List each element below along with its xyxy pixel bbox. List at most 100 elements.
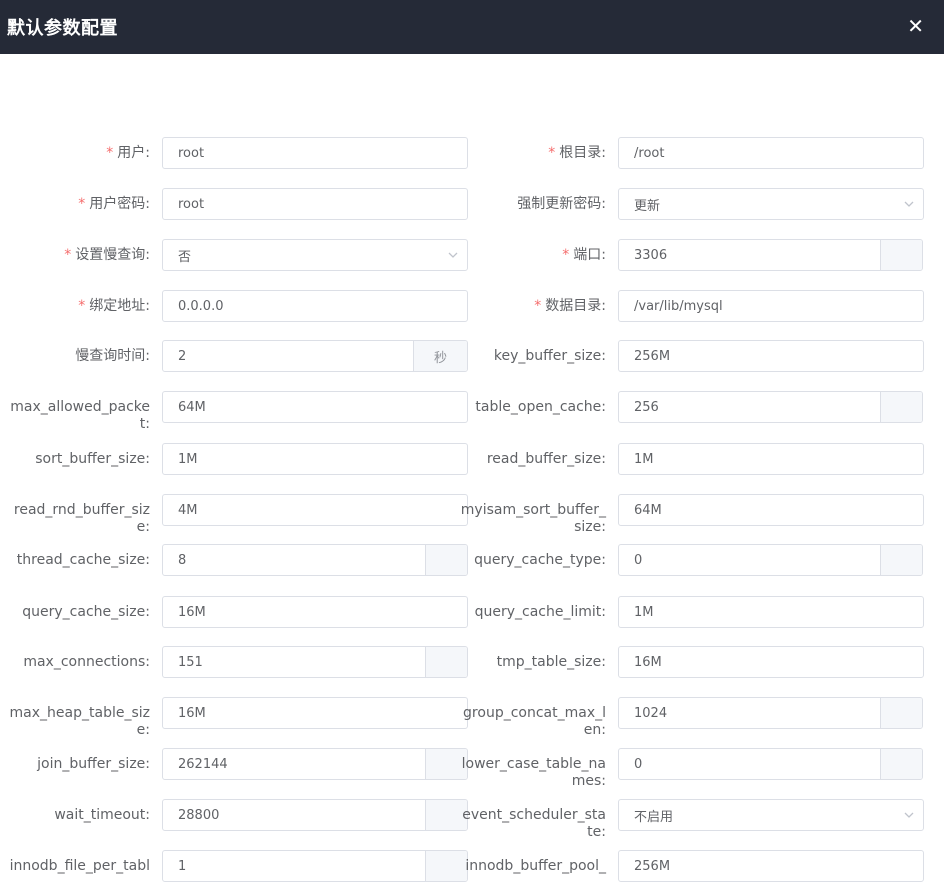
field-value: 64M <box>634 502 662 518</box>
label-join_buffer_size: join_buffer_size: <box>0 748 150 780</box>
input-tmp_table_size[interactable]: 16M <box>618 646 924 678</box>
number-suffix-box[interactable] <box>880 240 922 270</box>
select-force_update_password[interactable]: 更新 <box>618 188 924 220</box>
label-text: query_cache_limit: <box>474 604 606 620</box>
input-wait_timeout[interactable]: 28800 <box>162 799 468 831</box>
input-data_dir[interactable]: /var/lib/mysql <box>618 290 924 322</box>
label-read_rnd_buffer_size: read_rnd_buffer_siz e: <box>0 494 150 535</box>
number-suffix-box[interactable] <box>880 698 922 728</box>
label-user: * 用户: <box>0 137 150 169</box>
label-query_cache_type: query_cache_type: <box>456 544 606 576</box>
number-suffix-box[interactable] <box>880 545 922 575</box>
dialog-title: 默认参数配置 <box>7 18 118 39</box>
label-max_allowed_packet: max_allowed_packe t: <box>0 391 150 432</box>
label-text: wait_timeout: <box>54 807 150 823</box>
select-event_scheduler_state[interactable]: 不启用 <box>618 799 924 831</box>
input-innodb_file_per_table[interactable]: 1 <box>162 850 468 882</box>
dialog-header: 默认参数配置 ✕ <box>0 0 944 54</box>
input-myisam_sort_buffer_size[interactable]: 64M <box>618 494 924 526</box>
field-value: 0 <box>634 756 643 772</box>
label-port: * 端口: <box>456 239 606 271</box>
label-event_scheduler_state: event_scheduler_sta te: <box>456 799 606 840</box>
input-query_cache_limit[interactable]: 1M <box>618 596 924 628</box>
field-value: 16M <box>634 654 662 670</box>
field-value: root <box>178 145 205 161</box>
label-text: 慢查询时间: <box>75 348 150 364</box>
label-text: 数据目录: <box>545 298 606 314</box>
input-max_heap_table_size[interactable]: 16M <box>162 697 468 729</box>
label-text: table_open_cache: <box>475 399 606 415</box>
input-max_allowed_packet[interactable]: 64M <box>162 391 468 423</box>
number-suffix-box[interactable] <box>880 749 922 779</box>
field-value: /root <box>634 145 665 161</box>
label-data_dir: * 数据目录: <box>456 290 606 322</box>
input-bind_address[interactable]: 0.0.0.0 <box>162 290 468 322</box>
label-lower_case_table_names: lower_case_table_na mes: <box>456 748 606 789</box>
label-slow_query: * 设置慢查询: <box>0 239 150 271</box>
label-text: read_buffer_size: <box>486 451 606 467</box>
label-bind_address: * 绑定地址: <box>0 290 150 322</box>
label-text: 绑定地址: <box>89 298 150 314</box>
input-user[interactable]: root <box>162 137 468 169</box>
field-value: 1M <box>634 451 654 467</box>
chevron-down-icon <box>895 189 923 219</box>
label-table_open_cache: table_open_cache: <box>456 391 606 423</box>
label-read_buffer_size: read_buffer_size: <box>456 443 606 475</box>
input-read_buffer_size[interactable]: 1M <box>618 443 924 475</box>
required-mark: * <box>562 247 570 263</box>
label-sort_buffer_size: sort_buffer_size: <box>0 443 150 475</box>
field-value: 151 <box>178 654 203 670</box>
field-value: 1024 <box>634 705 668 721</box>
input-group_concat_max_len[interactable]: 1024 <box>618 697 923 729</box>
input-query_cache_size[interactable]: 16M <box>162 596 468 628</box>
input-innodb_buffer_pool_size[interactable]: 256M <box>618 850 924 882</box>
label-text: group_concat_max_l <box>463 705 606 721</box>
input-port[interactable]: 3306 <box>618 239 923 271</box>
label-query_cache_limit: query_cache_limit: <box>456 596 606 628</box>
label-root_dir: * 根目录: <box>456 137 606 169</box>
input-thread_cache_size[interactable]: 8 <box>162 544 468 576</box>
required-mark: * <box>64 247 72 263</box>
input-root_dir[interactable]: /root <box>618 137 924 169</box>
input-query_cache_type[interactable]: 0 <box>618 544 923 576</box>
label-text: query_cache_size: <box>22 604 150 620</box>
input-lower_case_table_names[interactable]: 0 <box>618 748 923 780</box>
field-value: 16M <box>178 604 206 620</box>
label-text: event_scheduler_sta <box>462 807 606 823</box>
label-text: 用户: <box>117 145 150 161</box>
input-user_password[interactable]: root <box>162 188 468 220</box>
field-value: 256M <box>634 348 671 364</box>
label-text: 根目录: <box>559 145 606 161</box>
close-icon[interactable]: ✕ <box>907 17 924 37</box>
field-value: 0 <box>634 552 643 568</box>
field-value: 0.0.0.0 <box>178 298 224 314</box>
label-wrap-text: te: <box>587 824 606 840</box>
field-value: root <box>178 196 205 212</box>
input-slow_query_time[interactable]: 2秒 <box>162 340 468 372</box>
input-table_open_cache[interactable]: 256 <box>618 391 923 423</box>
label-innodb_file_per_table: innodb_file_per_tabl <box>0 850 150 882</box>
required-mark: * <box>78 196 86 212</box>
input-read_rnd_buffer_size[interactable]: 4M <box>162 494 468 526</box>
select-slow_query[interactable]: 否 <box>162 239 468 271</box>
input-key_buffer_size[interactable]: 256M <box>618 340 924 372</box>
field-value: 262144 <box>178 756 228 772</box>
field-value: 4M <box>178 502 198 518</box>
input-max_connections[interactable]: 151 <box>162 646 468 678</box>
label-text: key_buffer_size: <box>493 348 606 364</box>
label-user_password: * 用户密码: <box>0 188 150 220</box>
label-thread_cache_size: thread_cache_size: <box>0 544 150 576</box>
field-value: 否 <box>178 249 192 265</box>
field-value: /var/lib/mysql <box>634 298 723 314</box>
input-join_buffer_size[interactable]: 262144 <box>162 748 468 780</box>
required-mark: * <box>534 298 542 314</box>
field-value: 16M <box>178 705 206 721</box>
input-sort_buffer_size[interactable]: 1M <box>162 443 468 475</box>
field-value: 不启用 <box>634 809 674 825</box>
field-value: 1M <box>634 604 654 620</box>
label-tmp_table_size: tmp_table_size: <box>456 646 606 678</box>
label-force_update_password: 强制更新密码: <box>456 188 606 220</box>
label-text: max_allowed_packe <box>10 399 150 415</box>
required-mark: * <box>548 145 556 161</box>
number-suffix-box[interactable] <box>880 392 922 422</box>
